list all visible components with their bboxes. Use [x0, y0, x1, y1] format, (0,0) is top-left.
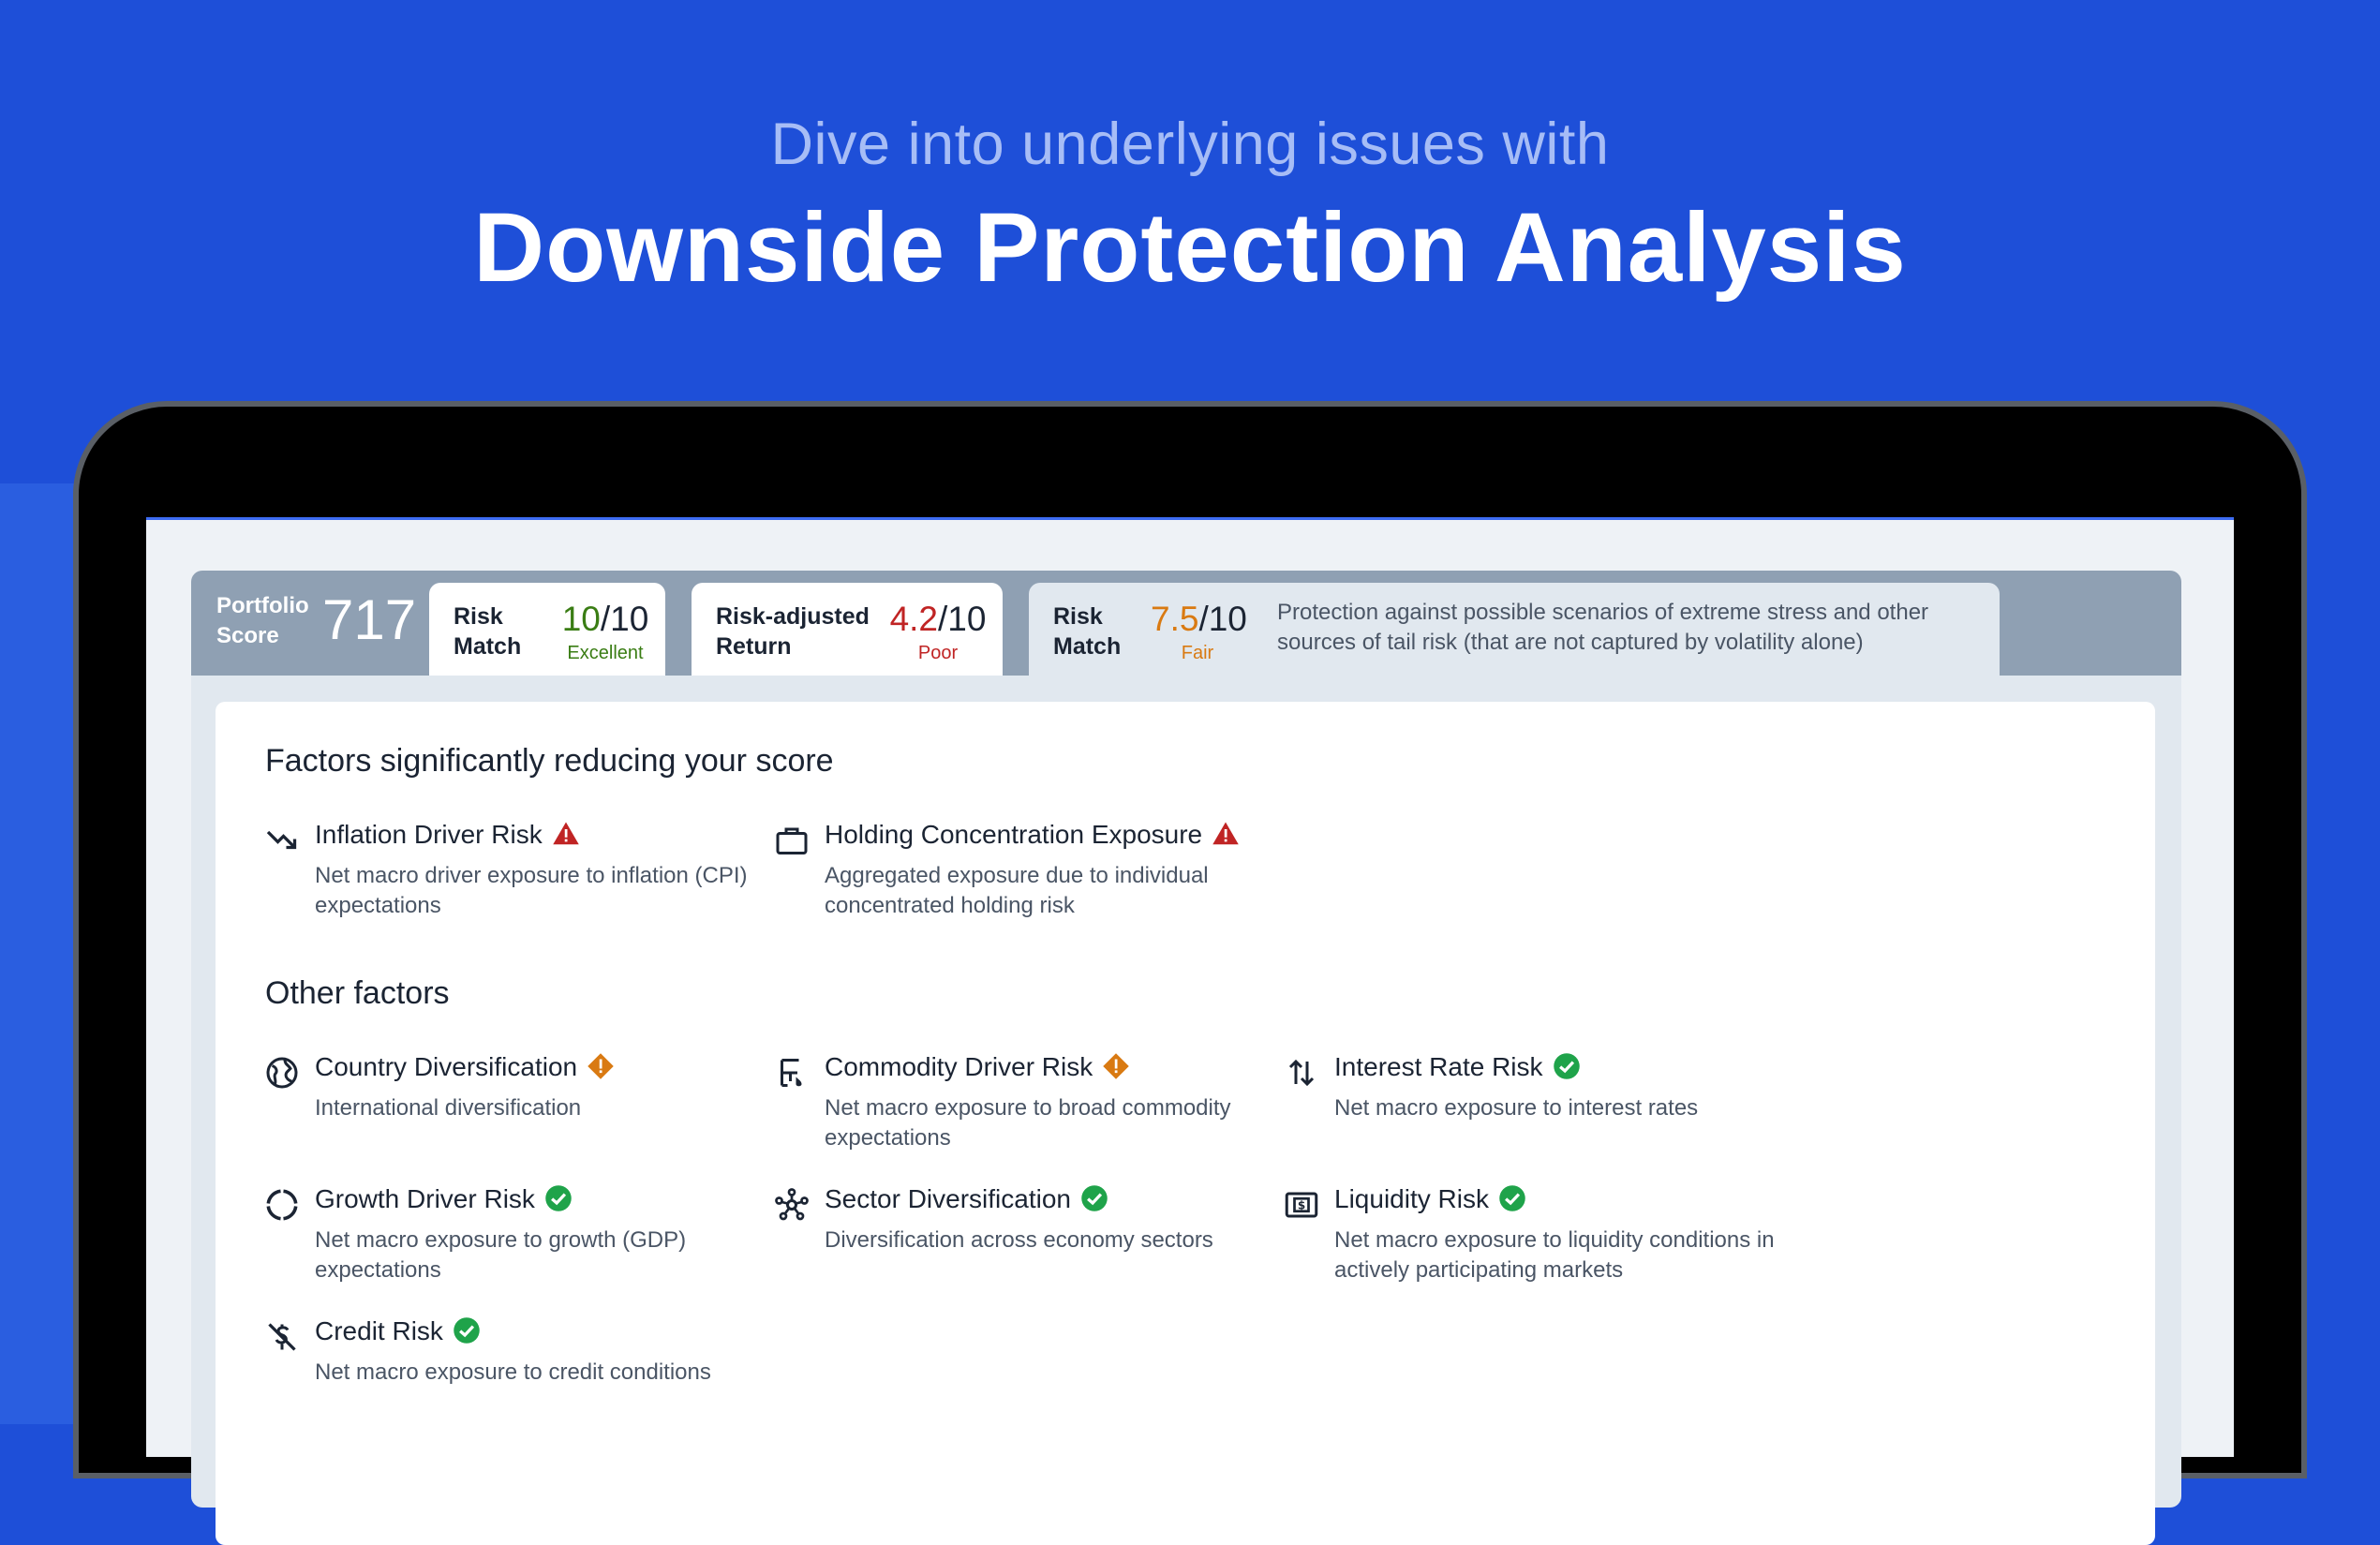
tab-risk-match[interactable]: Risk Match 10/10 Excellent — [429, 583, 665, 676]
tab-rating: Excellent — [567, 643, 644, 663]
warning-diamond-icon — [1103, 1052, 1129, 1079]
dollar-bill-icon: $ — [1285, 1192, 1318, 1218]
tab-rating: Fair — [1181, 643, 1214, 663]
score-panel: Portfolio Score 717 Risk Match 10/10 Exce… — [191, 571, 2181, 1545]
no-dollar-icon — [268, 1323, 296, 1351]
warning-triangle-icon — [552, 822, 579, 844]
tab-label: Risk Match — [454, 603, 522, 660]
factor-name: Country Diversification — [315, 1052, 578, 1081]
tab-label: Risk Match — [1053, 603, 1122, 660]
factor-description: International diversification — [315, 1095, 582, 1121]
briefcase-icon — [776, 827, 808, 854]
factor-description: Net macro exposure to liquidity conditio… — [1334, 1227, 1775, 1283]
factor-description: Net macro exposure to interest rates — [1334, 1095, 1699, 1121]
score-tab-bar: Portfolio Score 717 Risk Match 10/10 Exce… — [191, 571, 2181, 676]
factor-description: Net macro driver exposure to inflation (… — [315, 863, 748, 918]
tab-score: 10/10 — [561, 600, 649, 638]
hero-title: Downside Protection Analysis — [473, 193, 1907, 303]
factor-name: Liquidity Risk — [1334, 1184, 1489, 1213]
portfolio-score-value: 717 — [322, 588, 417, 651]
check-circle-icon — [454, 1316, 480, 1344]
background-shade — [0, 483, 77, 1424]
globe-icon — [266, 1057, 298, 1089]
tab-description: Protection against possible scenarios of… — [1277, 600, 1929, 655]
trend-down-icon — [266, 830, 297, 850]
factor-name: Interest Rate Risk — [1334, 1052, 1543, 1081]
factor-description: Aggregated exposure due to individual co… — [825, 863, 1209, 918]
tab-risk-adjusted-return[interactable]: Risk-adjusted Return 4.2/10 Poor — [692, 583, 1003, 676]
factor-name: Sector Diversification — [825, 1184, 1071, 1213]
up-down-arrows-icon — [1288, 1059, 1315, 1087]
network-icon — [775, 1188, 809, 1221]
check-circle-icon — [1553, 1052, 1580, 1079]
factor-name: Inflation Driver Risk — [315, 820, 543, 849]
factor-name: Growth Driver Risk — [315, 1184, 535, 1213]
check-circle-icon — [545, 1184, 572, 1211]
factor-name: Commodity Driver Risk — [825, 1052, 1093, 1081]
factor-description: Diversification across economy sectors — [825, 1227, 1213, 1253]
section-title-significant: Factors significantly reducing your scor… — [265, 743, 834, 779]
factor-description: Net macro exposure to growth (GDP) expec… — [315, 1227, 687, 1283]
portfolio-score-label: Portfolio Score — [216, 593, 309, 648]
section-title-other: Other factors — [265, 975, 450, 1011]
factors-card: Factors significantly reducing your scor… — [216, 702, 2155, 1545]
cycle-icon — [266, 1189, 298, 1221]
tab-score: 4.2/10 — [889, 600, 987, 638]
factor-name: Holding Concentration Exposure — [825, 820, 1203, 849]
tab-risk-match-active[interactable]: Risk Match 7.5/10 Fair Protection against… — [1029, 583, 2000, 676]
tab-score: 7.5/10 — [1151, 600, 1247, 638]
tab-rating: Poor — [917, 643, 959, 663]
check-circle-icon — [1499, 1184, 1525, 1211]
factor-name: Credit Risk — [315, 1316, 443, 1345]
hero-subtitle: Dive into underlying issues with — [770, 111, 1610, 177]
app-screen: Portfolio Score 717 Risk Match 10/10 Exce… — [146, 517, 2234, 1545]
warning-triangle-icon — [1212, 822, 1239, 844]
tab-label: Risk-adjusted Return — [716, 603, 870, 660]
commodity-icon — [781, 1059, 802, 1087]
check-circle-icon — [1081, 1184, 1108, 1211]
factor-description: Net macro exposure to credit conditions — [315, 1359, 711, 1385]
svg-text:$: $ — [1298, 1199, 1305, 1212]
factor-description: Net macro exposure to broad commodity ex… — [825, 1095, 1231, 1151]
warning-diamond-icon — [588, 1052, 614, 1079]
